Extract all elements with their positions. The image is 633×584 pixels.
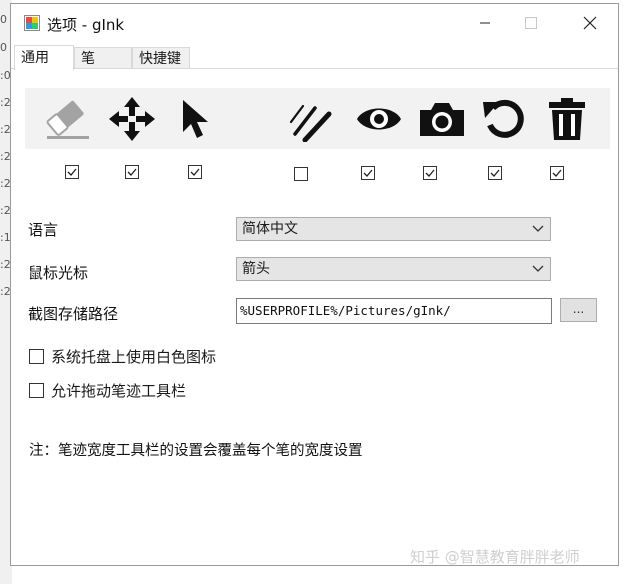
undo-checkbox[interactable] xyxy=(488,166,502,180)
pen-width-checkbox[interactable] xyxy=(294,167,308,181)
eye-checkbox[interactable] xyxy=(361,166,375,180)
pointer-icon xyxy=(183,99,208,138)
width-note: 注：笔迹宽度工具栏的设置会覆盖每个笔的宽度设置 xyxy=(29,443,363,459)
camera-icon xyxy=(420,102,464,136)
white-tray-icon-option[interactable]: 系统托盘上使用白色图标 xyxy=(29,346,216,367)
app-icon xyxy=(24,15,40,31)
checkmark-icon xyxy=(127,168,137,176)
minimize-icon xyxy=(480,22,490,24)
background-fragment: 0 xyxy=(0,41,7,54)
options-window: 选项 - gInk 通用 笔 快捷键 语言 简体中文 鼠标光标 箭头 截图存储路… xyxy=(10,3,619,566)
cursor-select[interactable]: 箭头 xyxy=(236,257,551,281)
tab-hotkeys[interactable]: 快捷键 xyxy=(132,47,190,69)
trash-tool xyxy=(542,88,592,149)
eye-icon xyxy=(357,108,401,129)
tab-divider xyxy=(11,68,618,69)
cursor-label: 鼠标光标 xyxy=(28,264,89,282)
move-checkbox[interactable] xyxy=(125,165,139,179)
drag-toolbar-label: 允许拖动笔迹工具栏 xyxy=(51,382,187,400)
white-tray-icon-checkbox[interactable] xyxy=(29,349,44,364)
snapshot-path-label: 截图存储路径 xyxy=(28,305,119,323)
language-select[interactable]: 简体中文 xyxy=(236,217,551,241)
close-button[interactable] xyxy=(567,4,613,42)
white-tray-icon-label: 系统托盘上使用白色图标 xyxy=(51,348,217,366)
background-fragment: 0 xyxy=(0,13,7,26)
move-tool xyxy=(105,88,159,149)
chevron-down-icon xyxy=(532,265,544,272)
browse-button[interactable]: ... xyxy=(560,298,597,322)
eye-tool xyxy=(354,88,404,149)
language-value: 简体中文 xyxy=(242,221,298,237)
checkmark-icon xyxy=(425,169,435,177)
eraser-icon xyxy=(46,100,89,139)
close-icon xyxy=(583,16,597,30)
eraser-tool xyxy=(39,88,95,149)
checkmark-icon xyxy=(67,168,77,176)
tab-strip: 通用 笔 快捷键 xyxy=(11,45,618,70)
tab-general[interactable]: 通用 xyxy=(14,45,74,70)
undo-tool xyxy=(480,88,530,149)
language-label: 语言 xyxy=(28,221,59,239)
camera-tool xyxy=(416,88,468,149)
pointer-checkbox[interactable] xyxy=(188,165,202,179)
checkmark-icon xyxy=(552,169,562,177)
undo-icon xyxy=(483,99,524,138)
snapshot-path-input[interactable]: %USERPROFILE%/Pictures/gInk/ xyxy=(236,298,552,324)
trash-checkbox[interactable] xyxy=(550,166,564,180)
minimize-button[interactable] xyxy=(462,4,508,42)
chevron-down-icon xyxy=(532,225,544,232)
pen-width-tool xyxy=(283,88,337,149)
pen-width-icon xyxy=(289,104,332,142)
drag-toolbar-option[interactable]: 允许拖动笔迹工具栏 xyxy=(29,380,186,401)
checkmark-icon xyxy=(190,168,200,176)
move-icon xyxy=(109,96,155,141)
checkmark-icon xyxy=(363,169,373,177)
drag-toolbar-checkbox[interactable] xyxy=(29,383,44,398)
cursor-value: 箭头 xyxy=(242,261,270,277)
maximize-button[interactable] xyxy=(508,4,554,42)
pointer-tool xyxy=(169,88,221,149)
eraser-checkbox[interactable] xyxy=(65,165,79,179)
window-title: 选项 - gInk xyxy=(47,16,125,34)
tool-icon-strip xyxy=(25,88,610,149)
checkmark-icon xyxy=(490,169,500,177)
trash-icon xyxy=(549,97,585,140)
camera-checkbox[interactable] xyxy=(423,166,437,180)
maximize-icon xyxy=(525,17,537,29)
tab-pens[interactable]: 笔 xyxy=(74,47,132,69)
watermark: 知乎 @智慧教育胖胖老师 xyxy=(410,548,580,566)
title-bar[interactable]: 选项 - gInk xyxy=(11,4,618,42)
